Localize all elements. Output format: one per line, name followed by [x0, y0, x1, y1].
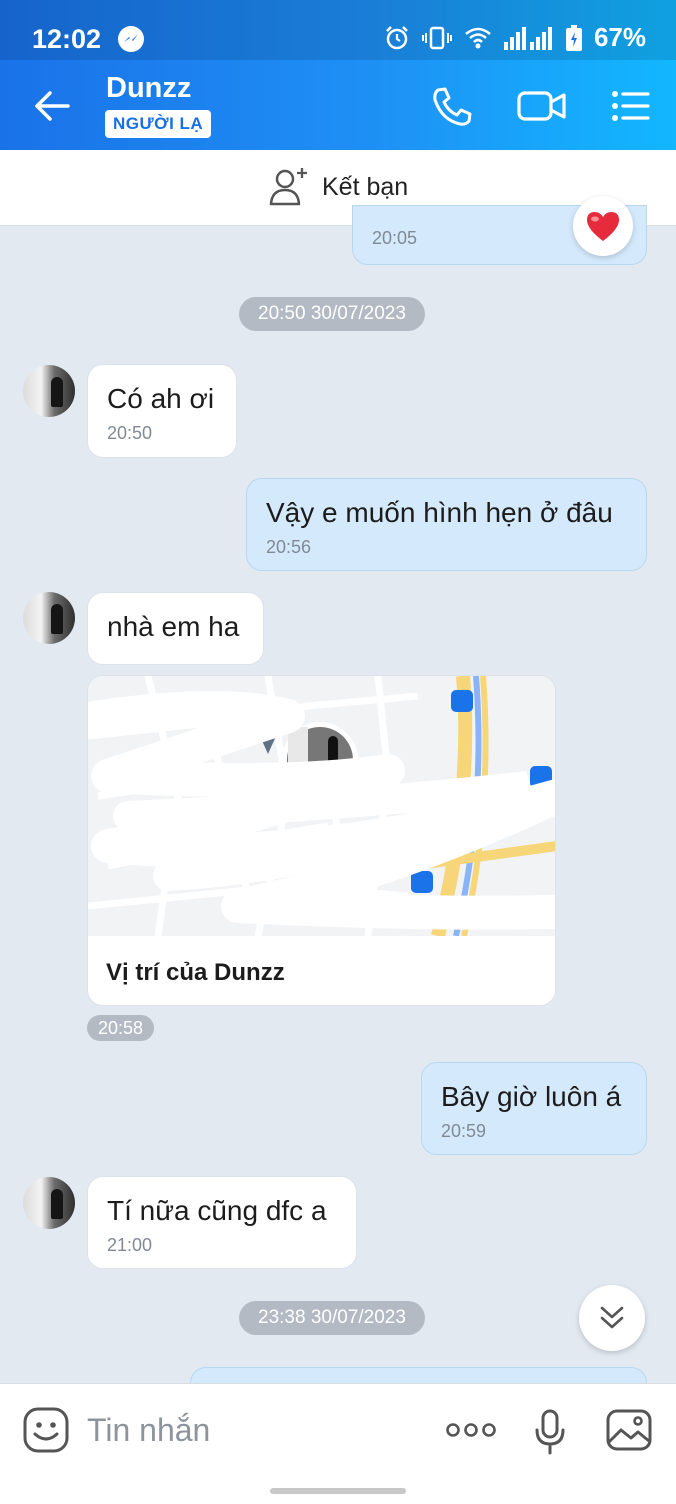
message-bubble-outgoing[interactable]: Bây giờ luôn á 20:59	[421, 1062, 647, 1155]
date-separator: 20:50 30/07/2023	[239, 297, 425, 331]
double-chevron-down-icon	[600, 1306, 624, 1329]
battery-percent: 67%	[593, 22, 646, 52]
status-icons: 67%	[384, 22, 646, 53]
heart-reaction-button[interactable]	[573, 196, 633, 256]
phone-call-icon[interactable]	[428, 84, 476, 128]
image-gallery-icon[interactable]	[605, 1408, 653, 1452]
add-friend-icon	[269, 168, 307, 206]
scroll-to-bottom-button[interactable]	[579, 1285, 645, 1351]
message-bubble-incoming[interactable]: Tí nữa cũng dfc a 21:00	[87, 1176, 357, 1269]
message-input[interactable]: Tin nhắn	[87, 1412, 210, 1449]
map-preview	[88, 676, 555, 936]
message-text: Tí nữa cũng dfc a	[107, 1195, 327, 1226]
message-bubble-outgoing[interactable]: Vậy e muốn hình hẹn ở đâu 20:56	[246, 478, 647, 571]
avatar[interactable]	[23, 592, 75, 644]
contact-name[interactable]: Dunzz	[106, 72, 191, 105]
microphone-icon[interactable]	[533, 1408, 567, 1456]
message-time: 21:00	[107, 1235, 153, 1255]
navigation-handle[interactable]	[270, 1488, 406, 1494]
back-arrow-icon[interactable]	[30, 84, 74, 128]
message-time: 20:59	[441, 1121, 487, 1141]
vibrate-icon	[421, 26, 452, 49]
message-bubble-incoming[interactable]: nhà em ha	[87, 592, 264, 665]
message-text: Bây giờ luôn á	[441, 1081, 622, 1112]
date-separator: 23:38 30/07/2023	[239, 1301, 425, 1335]
message-bubble-incoming[interactable]: Có ah ơi 20:50	[87, 364, 237, 458]
avatar[interactable]	[23, 1177, 75, 1229]
message-time: 20:50	[107, 423, 153, 443]
message-input-bar: Tin nhắn	[0, 1383, 676, 1504]
message-time: 20:58	[87, 1015, 155, 1041]
battery-icon	[565, 24, 582, 51]
message-text: nhà em ha	[107, 611, 240, 642]
chat-header: Dunzz NGƯỜI LẠ	[0, 60, 676, 150]
wifi-icon	[465, 27, 491, 48]
status-bar: 12:02 67%	[0, 0, 676, 60]
alarm-icon	[386, 25, 408, 49]
stranger-badge: NGƯỜI LẠ	[105, 110, 212, 138]
signal-icon	[503, 26, 552, 50]
add-friend-label: Kết bạn	[322, 172, 409, 201]
status-time: 12:02	[32, 24, 102, 54]
location-label: Vị trí của Dunzz	[106, 959, 285, 986]
more-options-icon[interactable]	[446, 1418, 496, 1442]
message-text: Vậy e muốn hình hẹn ở đâu	[266, 497, 613, 528]
heart-icon	[587, 212, 619, 241]
sticker-icon[interactable]	[22, 1406, 70, 1454]
messenger-notification-icon	[118, 26, 144, 52]
message-text: Có ah ơi	[107, 383, 215, 414]
menu-list-icon[interactable]	[608, 84, 652, 128]
message-time: 20:56	[266, 537, 312, 557]
location-card[interactable]: Vị trí của Dunzz	[87, 675, 556, 1006]
video-call-icon[interactable]	[516, 84, 568, 128]
avatar[interactable]	[23, 365, 75, 417]
